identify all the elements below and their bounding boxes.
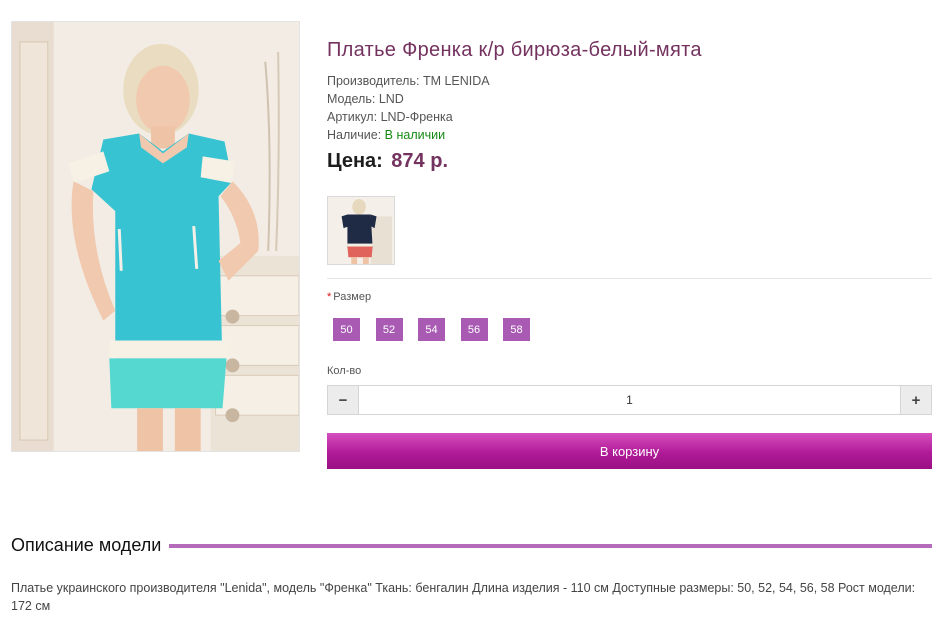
price-label: Цена: bbox=[327, 150, 383, 172]
manufacturer-label: Производитель: bbox=[327, 74, 420, 88]
description-accent-line bbox=[169, 544, 932, 548]
product-thumbnail[interactable] bbox=[327, 196, 395, 265]
size-option-56[interactable]: 56 bbox=[460, 318, 488, 341]
size-label: * Размер bbox=[327, 291, 371, 303]
quantity-increase-button[interactable]: + bbox=[900, 386, 931, 414]
description-heading: Описание модели bbox=[11, 534, 162, 555]
model-label: Модель: bbox=[327, 92, 376, 106]
sku-value: LND-Френка bbox=[380, 110, 453, 124]
add-to-cart-button[interactable]: В корзину bbox=[327, 433, 932, 469]
availability-label: Наличие: bbox=[327, 128, 382, 142]
description-header: Описание модели bbox=[11, 532, 932, 558]
sku-label: Артикул: bbox=[327, 110, 378, 124]
quantity-input[interactable] bbox=[359, 386, 900, 414]
required-mark: * bbox=[327, 291, 332, 303]
price-value: 874 р. bbox=[391, 150, 448, 172]
product-title: Платье Френка к/р бирюза-белый-мята bbox=[327, 39, 702, 61]
dress-back-thumbnail-illustration bbox=[328, 197, 394, 264]
size-option-52[interactable]: 52 bbox=[375, 318, 403, 341]
price-row: Цена: 874 р. bbox=[327, 150, 448, 173]
product-page: Платье Френка к/р бирюза-белый-мята Прои… bbox=[0, 0, 932, 631]
product-meta: Производитель: ТМ LENIDA Модель: LND Арт… bbox=[327, 72, 490, 144]
model-value: LND bbox=[378, 92, 404, 106]
options-divider bbox=[327, 278, 932, 279]
product-main-image[interactable] bbox=[11, 21, 300, 452]
availability-row: Наличие: В наличии bbox=[327, 126, 490, 144]
description-text: Платье украинского производителя "Lenida… bbox=[11, 581, 916, 613]
quantity-stepper: − + bbox=[327, 385, 932, 415]
size-option-58[interactable]: 58 bbox=[503, 318, 530, 341]
sku-row: Артикул: LND-Френка bbox=[327, 108, 490, 126]
quantity-label: Кол-во bbox=[327, 365, 362, 377]
quantity-decrease-button[interactable]: − bbox=[328, 386, 359, 414]
size-option-50[interactable]: 50 bbox=[333, 318, 360, 341]
manufacturer-row: Производитель: ТМ LENIDA bbox=[327, 72, 490, 90]
size-label-text: Размер bbox=[333, 291, 372, 303]
size-option-54[interactable]: 54 bbox=[418, 318, 445, 341]
size-options: 50 52 54 56 58 bbox=[333, 318, 546, 341]
availability-status: В наличии bbox=[384, 128, 446, 142]
manufacturer-value: ТМ LENIDA bbox=[422, 74, 490, 88]
model-row: Модель: LND bbox=[327, 90, 490, 108]
dress-photo-illustration bbox=[12, 22, 299, 451]
